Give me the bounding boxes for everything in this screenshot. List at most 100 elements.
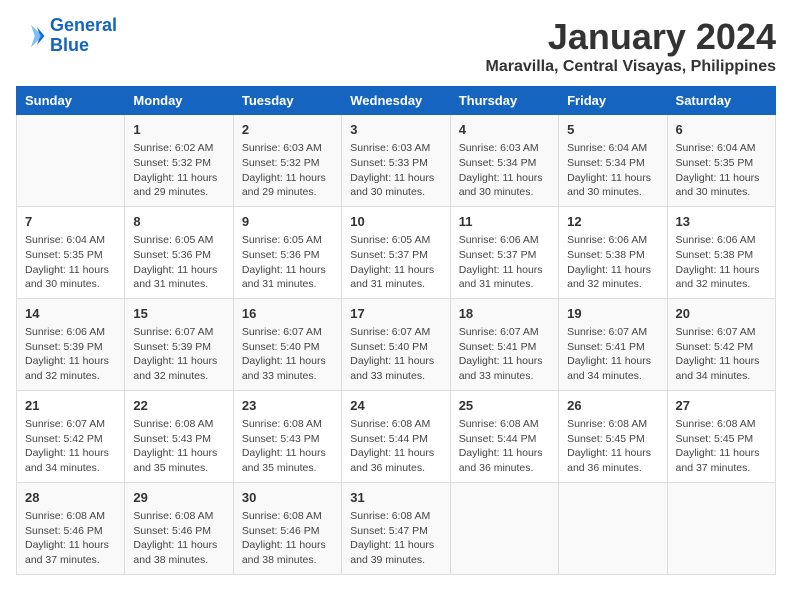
day-number: 20 <box>676 305 767 323</box>
week-row-2: 7 Sunrise: 6:04 AM Sunset: 5:35 PM Daylig… <box>17 206 776 298</box>
calendar-cell <box>450 482 558 574</box>
day-info: Sunrise: 6:03 AM Sunset: 5:34 PM Dayligh… <box>459 141 550 200</box>
day-number: 7 <box>25 213 116 231</box>
logo: General Blue <box>16 16 117 56</box>
col-header-sunday: Sunday <box>17 87 125 115</box>
day-number: 13 <box>676 213 767 231</box>
calendar-table: SundayMondayTuesdayWednesdayThursdayFrid… <box>16 86 776 575</box>
day-info: Sunrise: 6:06 AM Sunset: 5:38 PM Dayligh… <box>676 233 767 292</box>
calendar-cell: 17 Sunrise: 6:07 AM Sunset: 5:40 PM Dayli… <box>342 298 450 390</box>
day-info: Sunrise: 6:08 AM Sunset: 5:44 PM Dayligh… <box>350 417 441 476</box>
day-info: Sunrise: 6:07 AM Sunset: 5:42 PM Dayligh… <box>676 325 767 384</box>
calendar-cell: 7 Sunrise: 6:04 AM Sunset: 5:35 PM Daylig… <box>17 206 125 298</box>
calendar-cell: 4 Sunrise: 6:03 AM Sunset: 5:34 PM Daylig… <box>450 115 558 207</box>
calendar-cell: 18 Sunrise: 6:07 AM Sunset: 5:41 PM Dayli… <box>450 298 558 390</box>
col-header-tuesday: Tuesday <box>233 87 341 115</box>
day-info: Sunrise: 6:02 AM Sunset: 5:32 PM Dayligh… <box>133 141 224 200</box>
day-number: 4 <box>459 121 550 139</box>
day-info: Sunrise: 6:08 AM Sunset: 5:43 PM Dayligh… <box>133 417 224 476</box>
day-number: 18 <box>459 305 550 323</box>
day-number: 23 <box>242 397 333 415</box>
calendar-cell: 24Sunrise: 6:08 AM Sunset: 5:44 PM Dayli… <box>342 390 450 482</box>
calendar-cell: 14 Sunrise: 6:06 AM Sunset: 5:39 PM Dayli… <box>17 298 125 390</box>
col-header-monday: Monday <box>125 87 233 115</box>
calendar-cell: 10Sunrise: 6:05 AM Sunset: 5:37 PM Dayli… <box>342 206 450 298</box>
day-info: Sunrise: 6:04 AM Sunset: 5:34 PM Dayligh… <box>567 141 658 200</box>
day-number: 6 <box>676 121 767 139</box>
calendar-cell: 23Sunrise: 6:08 AM Sunset: 5:43 PM Dayli… <box>233 390 341 482</box>
calendar-cell: 22Sunrise: 6:08 AM Sunset: 5:43 PM Dayli… <box>125 390 233 482</box>
title-area: January 2024 Maravilla, Central Visayas,… <box>486 16 777 76</box>
day-info: Sunrise: 6:06 AM Sunset: 5:39 PM Dayligh… <box>25 325 116 384</box>
day-number: 28 <box>25 489 116 507</box>
day-info: Sunrise: 6:03 AM Sunset: 5:32 PM Dayligh… <box>242 141 333 200</box>
day-number: 29 <box>133 489 224 507</box>
week-row-5: 28 Sunrise: 6:08 AM Sunset: 5:46 PM Dayli… <box>17 482 776 574</box>
day-number: 5 <box>567 121 658 139</box>
day-info: Sunrise: 6:08 AM Sunset: 5:47 PM Dayligh… <box>350 509 441 568</box>
calendar-cell: 2 Sunrise: 6:03 AM Sunset: 5:32 PM Daylig… <box>233 115 341 207</box>
day-number: 16 <box>242 305 333 323</box>
header-row: SundayMondayTuesdayWednesdayThursdayFrid… <box>17 87 776 115</box>
calendar-cell: 25 Sunrise: 6:08 AM Sunset: 5:44 PM Dayli… <box>450 390 558 482</box>
day-number: 11 <box>459 213 550 231</box>
calendar-cell: 12Sunrise: 6:06 AM Sunset: 5:38 PM Dayli… <box>559 206 667 298</box>
calendar-cell <box>559 482 667 574</box>
calendar-cell: 20 Sunrise: 6:07 AM Sunset: 5:42 PM Dayli… <box>667 298 775 390</box>
day-info: Sunrise: 6:07 AM Sunset: 5:42 PM Dayligh… <box>25 417 116 476</box>
day-number: 14 <box>25 305 116 323</box>
day-number: 19 <box>567 305 658 323</box>
day-number: 31 <box>350 489 441 507</box>
calendar-cell: 30Sunrise: 6:08 AM Sunset: 5:46 PM Dayli… <box>233 482 341 574</box>
day-number: 21 <box>25 397 116 415</box>
calendar-cell: 13 Sunrise: 6:06 AM Sunset: 5:38 PM Dayli… <box>667 206 775 298</box>
day-info: Sunrise: 6:08 AM Sunset: 5:46 PM Dayligh… <box>25 509 116 568</box>
calendar-cell: 26Sunrise: 6:08 AM Sunset: 5:45 PM Dayli… <box>559 390 667 482</box>
day-info: Sunrise: 6:03 AM Sunset: 5:33 PM Dayligh… <box>350 141 441 200</box>
day-info: Sunrise: 6:08 AM Sunset: 5:44 PM Dayligh… <box>459 417 550 476</box>
day-info: Sunrise: 6:08 AM Sunset: 5:46 PM Dayligh… <box>133 509 224 568</box>
logo-text-line1: General <box>50 16 117 36</box>
calendar-cell: 21 Sunrise: 6:07 AM Sunset: 5:42 PM Dayli… <box>17 390 125 482</box>
col-header-wednesday: Wednesday <box>342 87 450 115</box>
subtitle: Maravilla, Central Visayas, Philippines <box>486 58 777 76</box>
day-info: Sunrise: 6:07 AM Sunset: 5:39 PM Dayligh… <box>133 325 224 384</box>
day-number: 17 <box>350 305 441 323</box>
day-number: 30 <box>242 489 333 507</box>
day-info: Sunrise: 6:05 AM Sunset: 5:36 PM Dayligh… <box>133 233 224 292</box>
day-number: 1 <box>133 121 224 139</box>
day-info: Sunrise: 6:06 AM Sunset: 5:37 PM Dayligh… <box>459 233 550 292</box>
day-number: 12 <box>567 213 658 231</box>
calendar-cell: 9Sunrise: 6:05 AM Sunset: 5:36 PM Daylig… <box>233 206 341 298</box>
header: General Blue January 2024 Maravilla, Cen… <box>16 16 776 76</box>
calendar-cell: 29 Sunrise: 6:08 AM Sunset: 5:46 PM Dayli… <box>125 482 233 574</box>
day-info: Sunrise: 6:07 AM Sunset: 5:41 PM Dayligh… <box>459 325 550 384</box>
calendar-cell: 8 Sunrise: 6:05 AM Sunset: 5:36 PM Daylig… <box>125 206 233 298</box>
calendar-cell: 28 Sunrise: 6:08 AM Sunset: 5:46 PM Dayli… <box>17 482 125 574</box>
col-header-saturday: Saturday <box>667 87 775 115</box>
day-info: Sunrise: 6:04 AM Sunset: 5:35 PM Dayligh… <box>676 141 767 200</box>
calendar-cell: 6 Sunrise: 6:04 AM Sunset: 5:35 PM Daylig… <box>667 115 775 207</box>
day-info: Sunrise: 6:04 AM Sunset: 5:35 PM Dayligh… <box>25 233 116 292</box>
week-row-1: 1 Sunrise: 6:02 AM Sunset: 5:32 PM Daylig… <box>17 115 776 207</box>
calendar-cell: 1 Sunrise: 6:02 AM Sunset: 5:32 PM Daylig… <box>125 115 233 207</box>
col-header-friday: Friday <box>559 87 667 115</box>
day-number: 27 <box>676 397 767 415</box>
calendar-cell <box>667 482 775 574</box>
day-info: Sunrise: 6:07 AM Sunset: 5:41 PM Dayligh… <box>567 325 658 384</box>
calendar-cell: 19 Sunrise: 6:07 AM Sunset: 5:41 PM Dayli… <box>559 298 667 390</box>
logo-icon <box>16 21 46 51</box>
day-info: Sunrise: 6:07 AM Sunset: 5:40 PM Dayligh… <box>350 325 441 384</box>
calendar-cell: 11 Sunrise: 6:06 AM Sunset: 5:37 PM Dayli… <box>450 206 558 298</box>
day-number: 26 <box>567 397 658 415</box>
day-info: Sunrise: 6:07 AM Sunset: 5:40 PM Dayligh… <box>242 325 333 384</box>
calendar-cell <box>17 115 125 207</box>
calendar-cell: 27Sunrise: 6:08 AM Sunset: 5:45 PM Dayli… <box>667 390 775 482</box>
calendar-cell: 5 Sunrise: 6:04 AM Sunset: 5:34 PM Daylig… <box>559 115 667 207</box>
day-number: 25 <box>459 397 550 415</box>
day-number: 8 <box>133 213 224 231</box>
day-number: 15 <box>133 305 224 323</box>
col-header-thursday: Thursday <box>450 87 558 115</box>
day-number: 2 <box>242 121 333 139</box>
calendar-cell: 3Sunrise: 6:03 AM Sunset: 5:33 PM Daylig… <box>342 115 450 207</box>
